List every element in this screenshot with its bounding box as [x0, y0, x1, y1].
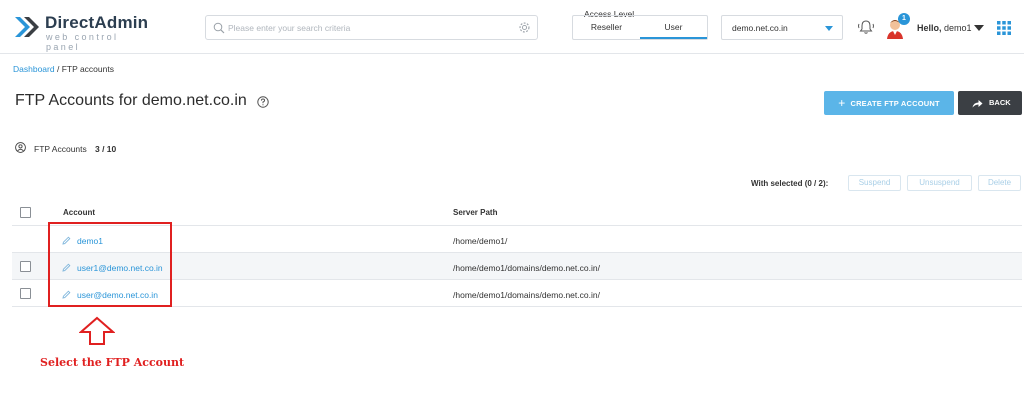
access-option-user[interactable]: User: [640, 16, 707, 39]
user-greeting[interactable]: Hello, demo1: [917, 23, 972, 33]
domain-select-value: demo.net.co.in: [732, 23, 788, 33]
server-path-cell: /home/demo1/: [453, 236, 508, 246]
directadmin-logo[interactable]: DirectAdmin web control panel: [13, 10, 153, 52]
top-header: DirectAdmin web control panel Access Lev…: [0, 0, 1024, 54]
share-arrow-icon: [972, 100, 983, 108]
back-button[interactable]: BACK: [958, 91, 1022, 115]
breadcrumb: Dashboard / FTP accounts: [13, 64, 114, 74]
unsuspend-button[interactable]: Unsuspend: [907, 175, 972, 191]
create-ftp-account-label: CREATE FTP ACCOUNT: [850, 99, 940, 108]
access-option-reseller[interactable]: Reseller: [573, 16, 640, 39]
logo-arrows-icon: [15, 17, 39, 37]
breadcrumb-separator: /: [54, 64, 62, 74]
ftp-account-count-label: FTP Accounts: [34, 144, 87, 154]
server-path-cell: /home/demo1/domains/demo.net.co.in/: [453, 290, 600, 300]
column-header-account: Account: [63, 208, 95, 217]
apps-grid-icon[interactable]: [997, 21, 1011, 35]
select-all-checkbox[interactable]: [20, 207, 31, 218]
suspend-button[interactable]: Suspend: [848, 175, 901, 191]
gear-icon[interactable]: [518, 21, 531, 34]
breadcrumb-dashboard-link[interactable]: Dashboard: [13, 64, 55, 74]
chevron-down-icon: [825, 26, 833, 31]
row-checkbox[interactable]: [20, 261, 31, 272]
access-level-switch: Reseller User: [572, 15, 708, 40]
logo-title: DirectAdmin: [45, 13, 149, 32]
plus-icon: +: [838, 96, 846, 110]
search-input[interactable]: [228, 18, 513, 37]
create-ftp-account-button[interactable]: + CREATE FTP ACCOUNT: [824, 91, 954, 115]
column-header-server-path: Server Path: [453, 208, 498, 217]
annotation-text: Select the FTP Account: [40, 356, 185, 369]
notification-badge: 1: [898, 13, 910, 25]
breadcrumb-current: FTP accounts: [61, 64, 114, 74]
help-icon[interactable]: [257, 96, 269, 108]
back-button-label: BACK: [989, 98, 1011, 107]
search-icon: [213, 22, 225, 34]
notification-bell-icon[interactable]: [857, 18, 875, 36]
row-checkbox[interactable]: [20, 288, 31, 299]
with-selected-label: With selected (0 / 2):: [751, 179, 829, 188]
annotation-highlight-box: [48, 222, 172, 307]
username: demo1: [944, 23, 972, 33]
user-circle-icon: [15, 142, 26, 153]
ftp-account-count-value: 3 / 10: [95, 144, 117, 154]
search-box: [205, 15, 538, 40]
annotation-up-arrow-icon: [79, 316, 115, 345]
domain-select[interactable]: demo.net.co.in: [721, 15, 843, 40]
delete-button[interactable]: Delete: [978, 175, 1021, 191]
greeting-label: Hello,: [917, 23, 942, 33]
page-title: FTP Accounts for demo.net.co.in: [15, 92, 247, 109]
server-path-cell: /home/demo1/domains/demo.net.co.in/: [453, 263, 600, 273]
logo-subtitle: web control panel: [46, 32, 119, 52]
user-menu-caret-icon[interactable]: [974, 25, 984, 31]
